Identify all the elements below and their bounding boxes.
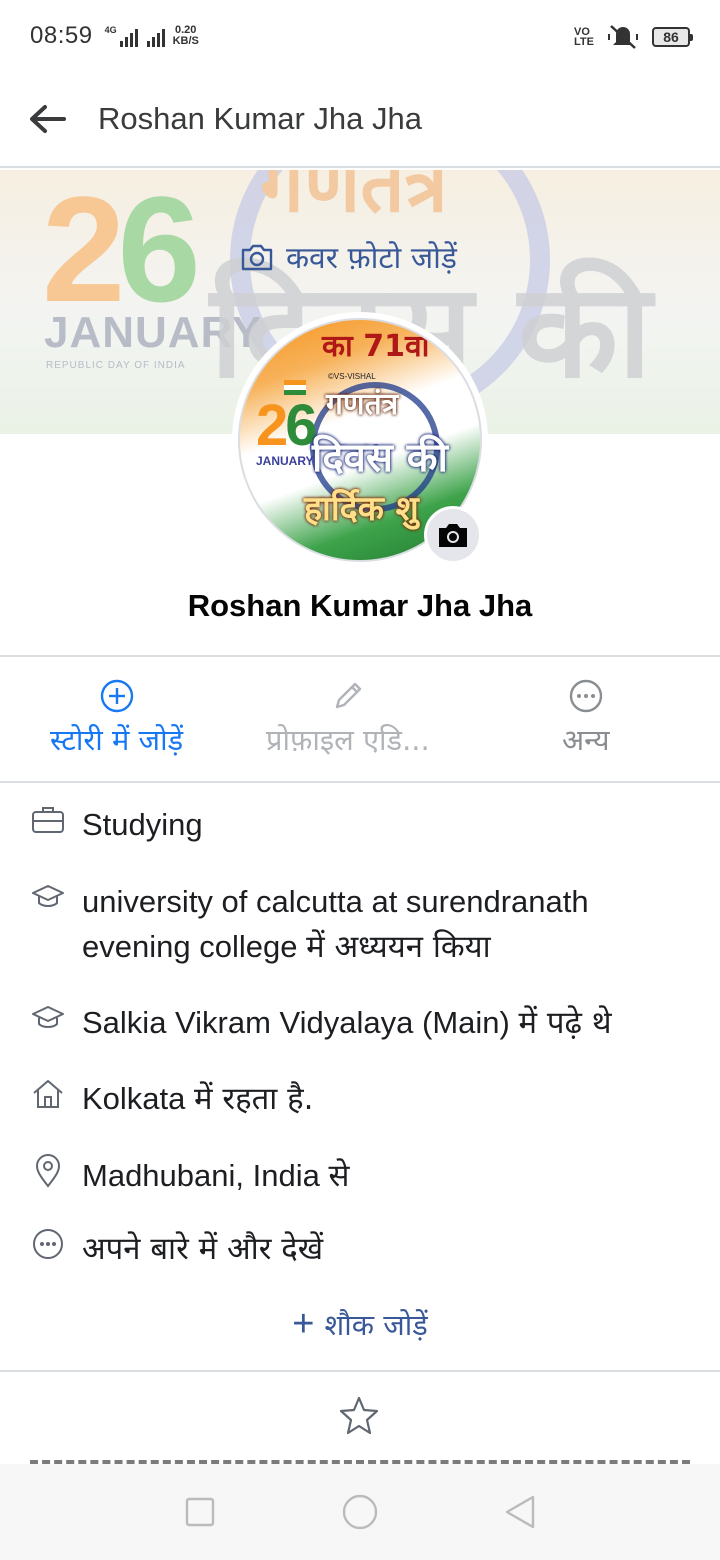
briefcase-icon (30, 802, 66, 838)
divider (0, 655, 720, 657)
home-button[interactable] (330, 1482, 390, 1542)
graduation-cap-icon (30, 879, 66, 915)
app-header: Roshan Kumar Jha Jha (0, 72, 720, 168)
avatar-text-line1: गणतंत्र (326, 387, 399, 422)
divider (0, 781, 720, 783)
see-more-about-label: अपने बारे में और देखें (82, 1231, 324, 1267)
add-cover-photo-button[interactable]: कवर फ़ोटो जोड़ें (240, 236, 457, 277)
add-featured-button[interactable] (337, 1394, 381, 1438)
info-lives-text: Kolkata में रहता है. (82, 1081, 314, 1117)
arrow-left-icon (30, 105, 66, 133)
info-school[interactable]: Salkia Vikram Vidyalaya (Main) में पढ़े … (30, 1000, 690, 1046)
info-work-text: Studying (82, 807, 203, 842)
battery-indicator: 86 (652, 27, 693, 47)
info-from-text: Madhubani, India से (82, 1158, 350, 1194)
circle-icon (342, 1494, 378, 1530)
avatar-text-line3: हार्दिक शु (304, 489, 419, 529)
profile-name: Roshan Kumar Jha Jha (187, 588, 533, 623)
change-profile-picture-button[interactable] (424, 506, 482, 564)
system-back-button[interactable] (490, 1482, 550, 1542)
cover-number: 26 (42, 170, 201, 333)
info-work[interactable]: Studying (30, 802, 690, 847)
pencil-icon (335, 682, 362, 709)
avatar-number: 26 (256, 393, 318, 458)
camera-icon (439, 524, 467, 547)
cover-subtitle: REPUBLIC DAY OF INDIA (46, 360, 186, 371)
add-hobbies-label: शौक जोड़ें (324, 1307, 428, 1342)
edit-profile-label: प्रोफ़ाइल एडि... (266, 723, 430, 757)
signal-indicator: 4G (105, 25, 165, 47)
avatar-month: JANUARY (256, 454, 314, 468)
see-more-about-button[interactable]: अपने बारे में और देखें (30, 1226, 690, 1272)
avatar-text-line2: दिवस की (312, 435, 448, 481)
info-school-text: Salkia Vikram Vidyalaya (Main) में पढ़े … (82, 1005, 612, 1041)
signal-bars-icon (119, 29, 138, 47)
more-circle-icon (569, 679, 602, 713)
plus-icon: + (292, 1303, 315, 1345)
triangle-back-icon (505, 1495, 535, 1529)
network-type: 4G (104, 25, 117, 35)
add-to-story-button[interactable]: स्टोरी में जोड़ें (50, 678, 183, 759)
divider (0, 1370, 720, 1372)
add-cover-photo-label: कवर फ़ोटो जोड़ें (286, 241, 457, 276)
avatar-watermark: ©VS-VISHAL (328, 372, 376, 381)
status-right: VO LTE 86 (574, 24, 693, 50)
info-lives[interactable]: Kolkata में रहता है. (30, 1076, 690, 1122)
mute-vibrate-icon (608, 25, 638, 49)
avatar-text-top: का 71वां (322, 329, 430, 364)
more-options-label: अन्य (562, 723, 610, 757)
star-icon (339, 1396, 379, 1435)
location-pin-icon (30, 1153, 66, 1189)
more-options-button[interactable]: अन्य (562, 678, 610, 759)
network-speed: 0.20 KB/S (172, 24, 199, 47)
square-icon (185, 1497, 215, 1527)
back-button[interactable] (0, 71, 96, 167)
camera-icon (241, 244, 273, 270)
page-title: Roshan Kumar Jha Jha (98, 101, 422, 136)
home-icon (30, 1076, 66, 1112)
recent-apps-button[interactable] (170, 1482, 230, 1542)
signal-bars-icon (146, 29, 165, 47)
volte-indicator: VO LTE (574, 26, 594, 48)
system-nav-bar (0, 1464, 720, 1560)
profile-actions: स्टोरी में जोड़ें प्रोफ़ाइल एडि... अन्य (0, 660, 720, 780)
status-time: 08:59 (30, 22, 93, 49)
more-circle-icon (30, 1226, 66, 1262)
graduation-cap-icon (30, 1000, 66, 1036)
edit-profile-button[interactable]: प्रोफ़ाइल एडि... (266, 678, 430, 759)
info-college-text: university of calcutta at surendranath e… (82, 884, 589, 965)
add-to-story-label: स्टोरी में जोड़ें (50, 723, 184, 757)
status-bar: 08:59 4G 0.20 KB/S VO LTE 86 (0, 0, 720, 72)
cover-hindi-top: गणतंत्र (260, 170, 448, 230)
info-college[interactable]: university of calcutta at surendranath e… (30, 879, 690, 970)
info-from[interactable]: Madhubani, India से (30, 1153, 690, 1199)
add-hobbies-button[interactable]: + शौक जोड़ें (0, 1304, 720, 1344)
plus-circle-icon (100, 679, 133, 713)
